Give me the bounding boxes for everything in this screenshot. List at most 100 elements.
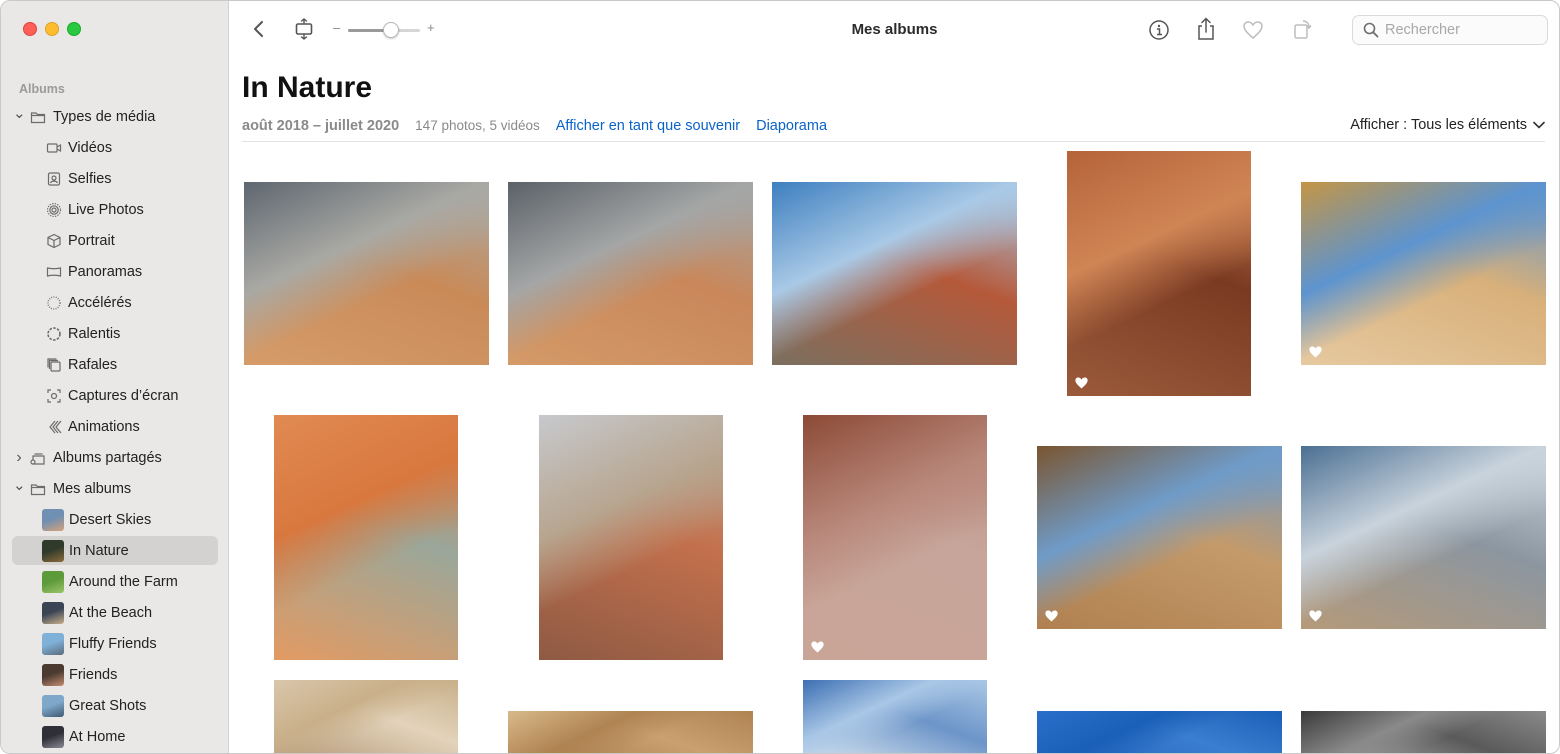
sidebar-group-label: Mes albums [53,480,132,497]
photo-thumbnail[interactable] [539,415,723,660]
chevron-down-icon[interactable]: ⌄ [13,478,26,493]
album-thumbnail [42,632,64,655]
filter-menu[interactable]: Afficher : Tous les éléments [1350,117,1545,133]
photo-thumbnail[interactable] [803,680,987,753]
sidebar-item[interactable]: At the Beach [1,597,229,628]
sidebar-item[interactable]: At Home [1,721,229,752]
sidebar-item[interactable]: Portrait [1,225,229,256]
search-input[interactable] [1385,22,1535,38]
sidebar-item-icon [45,232,63,250]
photo-thumbnail[interactable] [803,415,987,660]
sidebar-item-icon [45,294,63,312]
photo-thumbnail[interactable] [772,182,1017,365]
sidebar-item-icon [45,263,63,281]
show-as-memory-link[interactable]: Afficher en tant que souvenir [556,118,740,134]
search-field[interactable] [1352,15,1548,45]
chevron-left-icon [254,21,263,37]
rotate-button[interactable] [1289,16,1315,42]
sidebar-item-label: Animations [68,418,140,435]
album-thumbnail [42,508,64,531]
sidebar-item[interactable]: Selfies [1,163,229,194]
sidebar-group-icon [29,480,47,498]
burst-icon [47,357,61,372]
share-icon [1198,17,1214,40]
sidebar-item-label: Around the Farm [69,573,178,590]
folder-icon [30,111,46,123]
album-item-count: 147 photos, 5 vidéos [415,118,540,133]
sidebar-item-label: Captures d’écran [68,387,179,404]
sidebar-item[interactable]: Panoramas [1,256,229,287]
sidebar-item[interactable]: Live Photos [1,194,229,225]
sidebar-item-icon [45,387,63,405]
sidebar-item[interactable]: Around the Farm [1,566,229,597]
sidebar-group-label: Albums partagés [53,449,162,466]
favorite-button[interactable] [1240,17,1266,43]
album-thumbnail [42,539,64,562]
sidebar-item[interactable]: Animations [1,411,229,442]
chevron-right-icon[interactable]: › [13,449,25,467]
back-button[interactable] [248,18,270,40]
photo-thumbnail[interactable] [1067,151,1251,396]
sidebar-item-icon [45,201,63,219]
sidebar-item[interactable]: Desert Skies [1,504,229,535]
sidebar-item[interactable]: Great Shots [1,690,229,721]
zoom-slider-knob[interactable] [383,22,400,38]
album-thumbnail [42,663,64,686]
photo-thumbnail[interactable] [508,711,753,753]
timelapse-icon [47,295,61,310]
shared-album-icon [30,452,45,465]
sidebar-item-label: Portrait [68,232,115,249]
photo-thumbnail[interactable] [508,182,753,365]
zoom-window-button[interactable] [67,22,81,36]
toolbar: – + Mes albums [230,1,1559,59]
sidebar-item[interactable]: In Nature [1,535,229,566]
portrait-cube-icon [47,233,61,248]
view-mode-button[interactable] [292,17,316,41]
album-thumbnail [42,601,64,624]
sidebar-item[interactable]: Accélérés [1,287,229,318]
folder-icon [30,483,46,495]
sidebar-group-label: Types de média [53,108,156,125]
photo-thumbnail[interactable] [1037,711,1282,753]
sidebar-item-label: Rafales [68,356,118,373]
sidebar-item[interactable]: Ralentis [1,318,229,349]
album-title: In Nature [242,71,373,104]
sidebar-item-label: Great Shots [69,697,147,714]
slideshow-link[interactable]: Diaporama [756,118,827,134]
sidebar-item[interactable]: Fluffy Friends [1,628,229,659]
sidebar-item[interactable]: Friends [1,659,229,690]
video-icon [46,142,62,153]
sidebar-group-icon [29,108,47,126]
sidebar-item-label: At the Beach [69,604,153,621]
close-window-button[interactable] [23,22,37,36]
sidebar-group-2[interactable]: ⌄ Mes albums [1,473,229,504]
sidebar-item-label: Accélérés [68,294,132,311]
photo-thumbnail[interactable] [1301,711,1546,753]
photo-thumbnail[interactable] [244,182,489,365]
info-button[interactable] [1146,17,1172,43]
minimize-window-button[interactable] [45,22,59,36]
favorite-heart-icon [1309,346,1322,358]
photo-thumbnail[interactable] [1301,182,1546,365]
photo-thumbnail[interactable] [274,415,458,660]
sidebar-item-label: Desert Skies [69,511,152,528]
album-date-range: août 2018 – juillet 2020 [242,118,400,134]
photo-thumbnail[interactable] [1301,446,1546,629]
sidebar-item-icon [45,139,63,157]
sidebar-item[interactable]: Rafales [1,349,229,380]
sidebar-item-label: At Home [69,728,126,745]
sidebar-item[interactable]: Captures d’écran [1,380,229,411]
header-divider [242,141,1545,142]
zoom-minus-label: – [333,20,341,35]
photo-thumbnail[interactable] [1037,446,1282,629]
sidebar-item-icon [45,356,63,374]
sidebar-group-1[interactable]: › Albums partagés [1,442,229,473]
sidebar: Albums ⌄ Types de média Vidéos Selfies Live … [1,1,229,753]
photo-thumbnail[interactable] [274,680,458,753]
sidebar-group-0[interactable]: ⌄ Types de média [1,101,229,132]
favorite-heart-icon [811,641,824,653]
sidebar-item[interactable]: Vidéos [1,132,229,163]
album-meta: août 2018 – juillet 2020 147 photos, 5 v… [242,118,827,134]
share-button[interactable] [1193,15,1219,43]
chevron-down-icon[interactable]: ⌄ [13,106,26,121]
